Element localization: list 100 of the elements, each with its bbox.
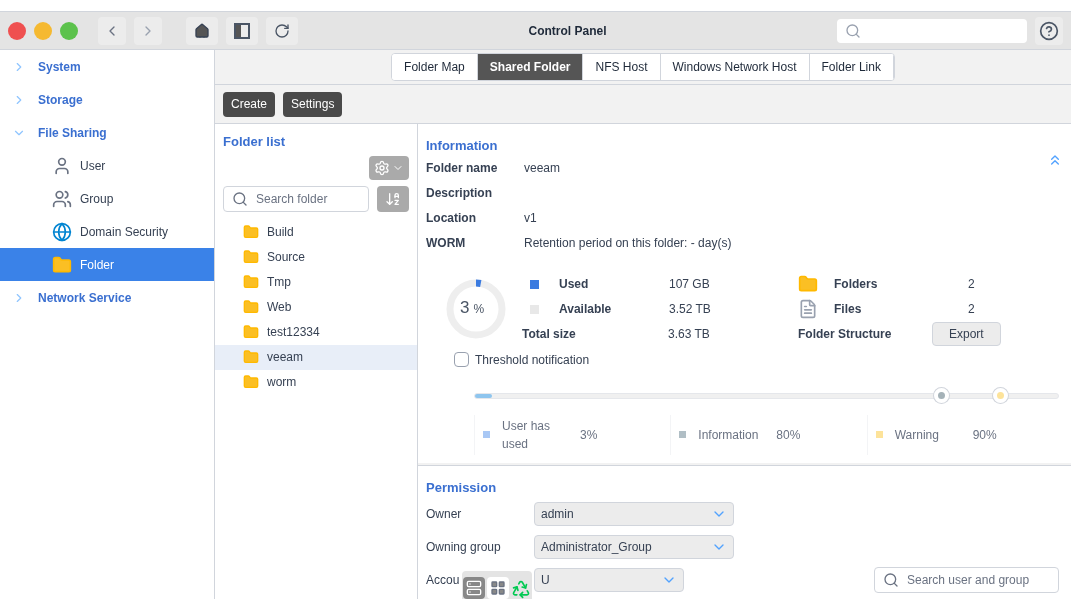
folder-icon	[243, 324, 259, 340]
field-label: Accou	[426, 571, 460, 589]
legend-label: User has used	[502, 417, 552, 453]
dropdown[interactable]: admin	[534, 501, 734, 526]
usage-value: 3.63 TB	[668, 326, 710, 343]
gear-menu-button[interactable]	[369, 155, 409, 180]
file-icon	[798, 299, 818, 319]
list-row[interactable]: veeam	[215, 344, 417, 370]
dropdown[interactable]: U	[534, 567, 684, 592]
list-row[interactable]: Build	[215, 219, 417, 245]
folder-icon	[52, 254, 72, 275]
search-icon	[845, 22, 861, 39]
legend-value: 3%	[580, 426, 598, 444]
refresh-button[interactable]	[266, 16, 298, 45]
sidebar-item[interactable]: Storage	[0, 83, 214, 116]
maximize-button[interactable]	[60, 21, 78, 40]
tab[interactable]: Shared Folder	[477, 54, 584, 80]
toolbar-button[interactable]: Settings	[283, 91, 343, 117]
export-button[interactable]: Export	[932, 322, 1001, 346]
folder-icon	[243, 274, 259, 290]
slider-thumb[interactable]	[934, 387, 950, 403]
sidebar-item[interactable]: File Sharing	[0, 116, 214, 149]
panel-toggle-button[interactable]	[226, 16, 258, 45]
count-label: Folder Structure	[798, 326, 893, 343]
window-title: Control Panel	[528, 22, 607, 40]
field-label: Description	[426, 185, 493, 202]
help-button[interactable]	[1035, 16, 1063, 45]
checkbox[interactable]	[454, 352, 469, 367]
legend-label: Warning	[894, 426, 940, 444]
usage-label: Used	[559, 276, 590, 293]
search-field[interactable]	[837, 18, 1027, 43]
forward-button[interactable]	[134, 16, 162, 45]
folder-icon	[243, 374, 259, 390]
field-label: Location	[426, 210, 477, 227]
minimize-button[interactable]	[34, 21, 52, 40]
count-value: 2	[968, 276, 975, 293]
grid-icon[interactable]	[487, 577, 509, 599]
count-value: 2	[968, 301, 975, 318]
panel-icon	[234, 22, 250, 39]
gear-icon	[374, 159, 390, 176]
donut-chart	[446, 279, 506, 339]
list-row[interactable]: worm	[215, 369, 417, 395]
legend-label: Information	[698, 426, 760, 444]
count-label: Files	[834, 301, 863, 318]
users-icon	[52, 188, 72, 209]
checkbox-label: Threshold notification	[475, 351, 590, 369]
field-label: Folder name	[426, 160, 499, 177]
folder-icon	[798, 274, 818, 294]
help-icon	[1039, 20, 1059, 41]
folder-icon	[243, 224, 259, 240]
field-value: veeam	[524, 160, 561, 177]
list-row[interactable]: Web	[215, 294, 417, 320]
panel-title: Folder list	[222, 133, 287, 151]
field-label: Owner	[426, 505, 462, 523]
dropdown[interactable]: Administrator_Group	[534, 534, 734, 559]
sidebar-item[interactable]: Network Service	[0, 281, 214, 314]
legend-value: 80%	[776, 426, 801, 444]
close-button[interactable]	[8, 21, 26, 40]
toolbar-button[interactable]: Create	[223, 91, 276, 117]
list-row[interactable]: Tmp	[215, 269, 417, 295]
search-icon	[232, 190, 248, 207]
folder-icon	[243, 249, 259, 265]
search-input[interactable]: Search user and group	[907, 570, 1050, 589]
count-label: Folders	[834, 276, 879, 293]
folder-icon	[243, 349, 259, 365]
refresh-icon	[274, 22, 290, 39]
legend-value: 90%	[972, 426, 997, 444]
slider-thumb[interactable]	[992, 387, 1008, 403]
field-value: Retention period on this folder: - day(s)	[524, 235, 732, 252]
home-icon	[194, 22, 210, 39]
sidebar-item[interactable]: System	[0, 50, 214, 83]
list-row[interactable]: test12334	[215, 319, 417, 345]
section-title: Information	[426, 137, 499, 155]
back-button[interactable]	[98, 16, 126, 45]
usage-value: 3.52 TB	[669, 301, 711, 318]
tab[interactable]: Folder Map	[392, 54, 478, 80]
field-value: v1	[524, 210, 537, 227]
sidebar-subitem[interactable]: User	[0, 149, 214, 182]
server-icon[interactable]	[463, 577, 485, 599]
folder-icon	[243, 299, 259, 315]
usage-value: 107 GB	[669, 276, 710, 293]
search-input[interactable]: Search folder	[256, 189, 360, 208]
search-icon	[883, 571, 899, 588]
usage-percent: 3 %	[460, 299, 485, 316]
field-label: WORM	[426, 235, 467, 252]
user-icon	[52, 155, 72, 176]
home-button[interactable]	[186, 16, 218, 45]
section-title: Permission	[426, 478, 498, 497]
sidebar-subitem[interactable]: Group	[0, 182, 214, 215]
usage-label: Total size	[522, 326, 577, 343]
sidebar-subitem[interactable]: Domain Security	[0, 215, 214, 248]
sort-icon	[385, 190, 401, 207]
sidebar-subitem[interactable]: Folder	[0, 248, 214, 281]
globe-icon	[52, 221, 72, 242]
sort-button[interactable]	[377, 185, 409, 212]
field-label: Owning group	[426, 538, 501, 556]
search-field[interactable]: Search folder	[223, 185, 369, 212]
usage-label: Available	[559, 301, 613, 318]
list-row[interactable]: Source	[215, 244, 417, 270]
search-field[interactable]: Search user and group	[874, 566, 1059, 593]
